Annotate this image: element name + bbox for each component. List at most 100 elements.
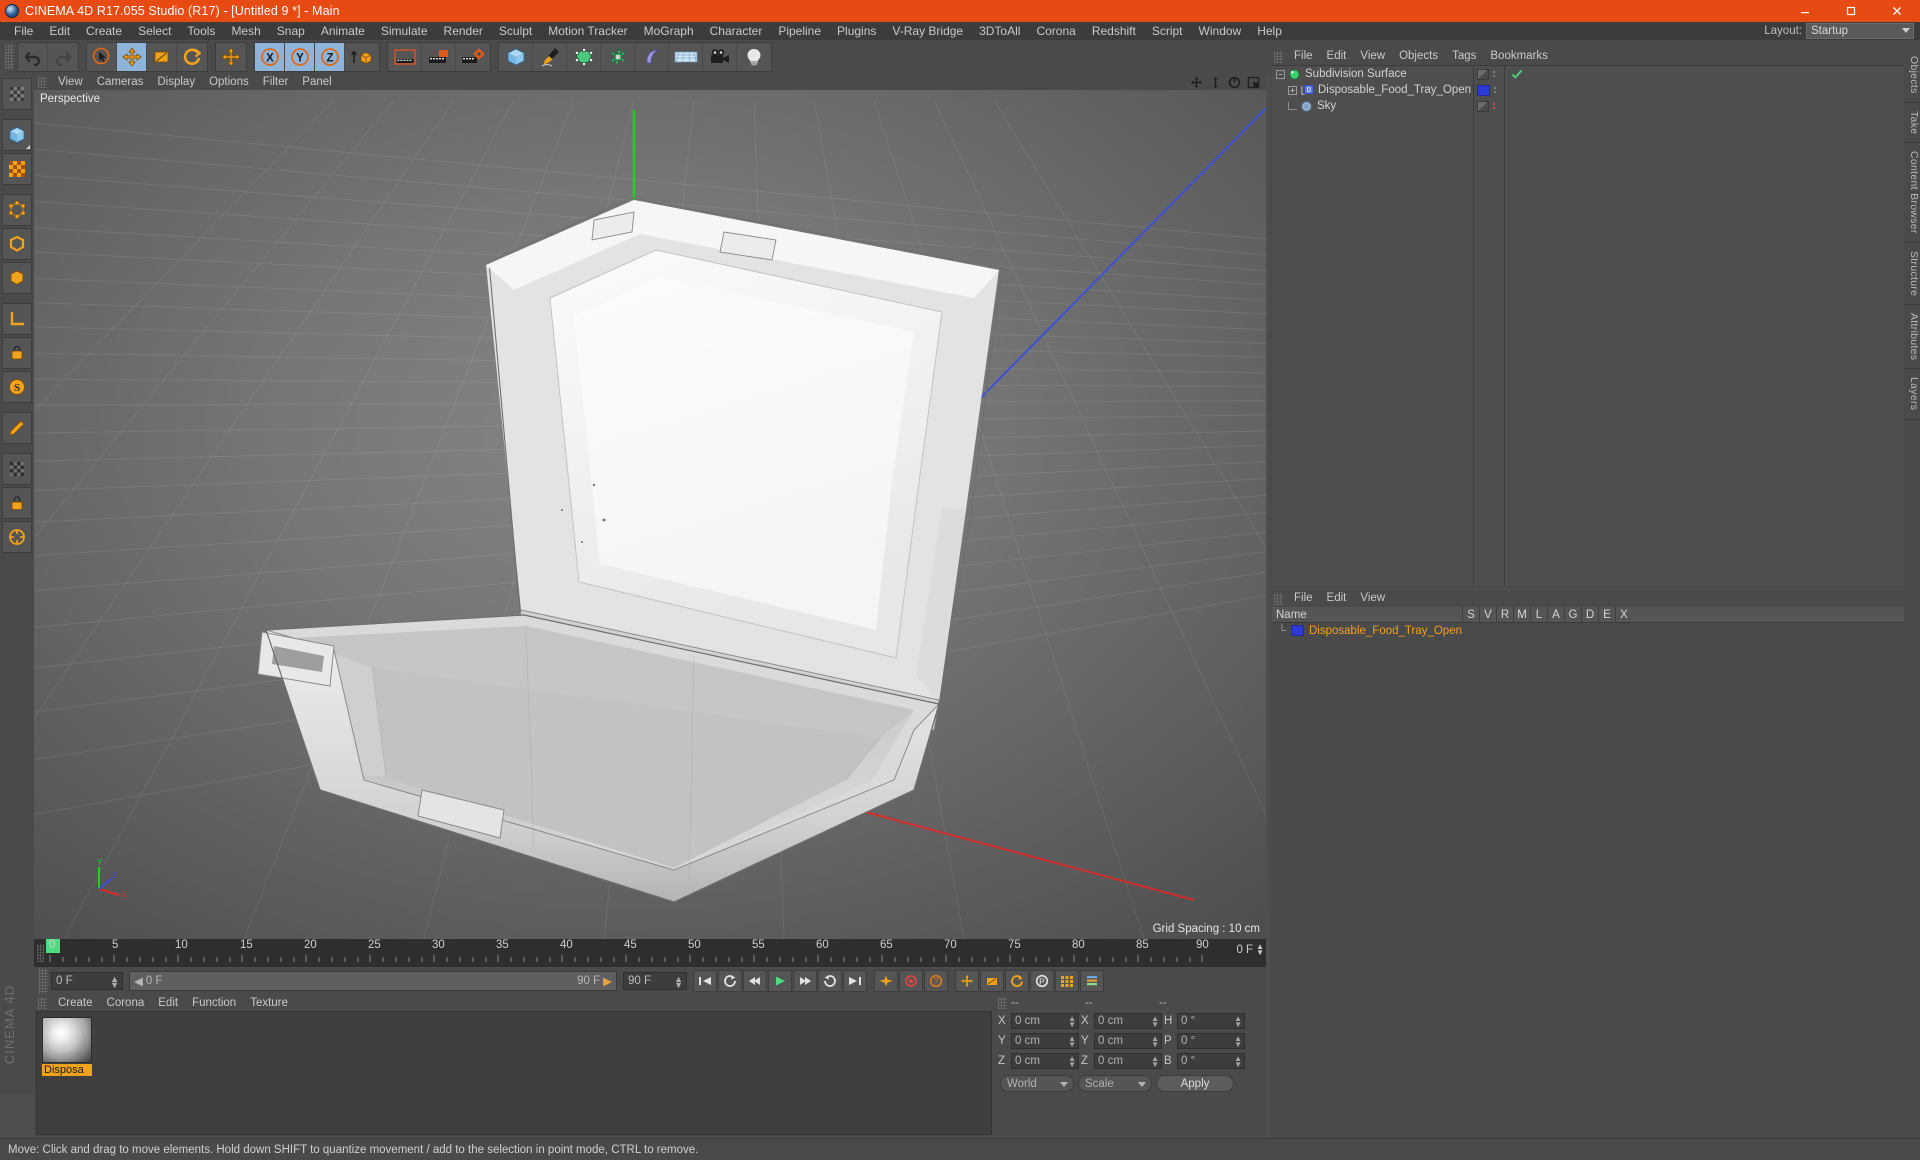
object-tree[interactable]: − Subdivision Surface + 0 Disposable_Foo…	[1272, 66, 1474, 586]
viewport-menu-grip[interactable]	[38, 76, 47, 88]
menu-item-character[interactable]: Character	[702, 22, 771, 40]
material-menu-edit[interactable]: Edit	[151, 995, 185, 1011]
object-tag-row[interactable]	[1506, 98, 1920, 114]
menu-item-file[interactable]: File	[6, 22, 41, 40]
timeline-grip[interactable]	[37, 944, 44, 962]
edges-mode-icon[interactable]	[2, 228, 32, 260]
menu-item-edit[interactable]: Edit	[41, 22, 78, 40]
menu-item-mesh[interactable]: Mesh	[223, 22, 268, 40]
coord-field-rot-b[interactable]: 0 ° ▲ ▼	[1177, 1053, 1245, 1069]
spinner-icon[interactable]: ▲ ▼	[1068, 1055, 1076, 1069]
object-menu-file[interactable]: File	[1287, 48, 1320, 65]
nurbs-generator-icon[interactable]	[567, 43, 601, 71]
menu-item-animate[interactable]: Animate	[313, 22, 373, 40]
layer-col-l[interactable]: L	[1530, 606, 1547, 623]
timeline-ruler[interactable]: 0 5 10 15 20 25 30 35 40 45 50 55 60 65 …	[34, 939, 1266, 967]
spinner-icon[interactable]: ▲ ▼	[1256, 943, 1264, 957]
deformer-icon[interactable]	[601, 43, 635, 71]
layer-col-v[interactable]: V	[1479, 606, 1496, 623]
move-icon[interactable]	[117, 43, 147, 71]
lock-snap-icon[interactable]	[2, 487, 32, 519]
scrubber-right-arrow-icon[interactable]: ▶	[603, 974, 612, 988]
3d-viewport[interactable]: Perspective Y X Z Grid Spacing: 10 cm	[34, 90, 1266, 939]
object-visibility-dots-row[interactable]	[1475, 66, 1504, 82]
layer-row[interactable]: └ Disposable_Food_Tray_Open	[1272, 623, 1920, 638]
menu-item-sculpt[interactable]: Sculpt	[491, 22, 540, 40]
pla-key-icon[interactable]	[1055, 970, 1079, 992]
pan-icon[interactable]	[1190, 76, 1203, 89]
expand-collapse-icon[interactable]: −	[1276, 69, 1285, 79]
maximize-icon[interactable]	[1828, 0, 1874, 22]
scale-key-icon[interactable]	[980, 970, 1004, 992]
visibility-dots-icon[interactable]	[1493, 103, 1495, 109]
previous-key-icon[interactable]	[718, 970, 742, 992]
coord-system-dropdown[interactable]: World	[1000, 1075, 1074, 1092]
animbar-grip[interactable]	[39, 968, 48, 994]
layer-col-s[interactable]: S	[1462, 606, 1479, 623]
timeline-track[interactable]: 0 5 10 15 20 25 30 35 40 45 50 55 60 65 …	[46, 939, 1220, 967]
step-forward-icon[interactable]	[793, 970, 817, 992]
coord-field-rot-p[interactable]: 0 ° ▲ ▼	[1177, 1033, 1245, 1049]
axis-y-icon[interactable]: Y	[285, 43, 315, 71]
viewport-menu-options[interactable]: Options	[202, 74, 256, 90]
menu-item-help[interactable]: Help	[1249, 22, 1290, 40]
record-active-objects-icon[interactable]	[874, 970, 898, 992]
spinner-icon[interactable]: ▲ ▼	[110, 975, 119, 990]
object-visibility-column[interactable]	[1475, 66, 1505, 586]
object-menu-edit[interactable]: Edit	[1320, 48, 1354, 65]
spinner-icon[interactable]: ▲ ▼	[1151, 1015, 1159, 1029]
spinner-icon[interactable]: ▲ ▼	[1068, 1035, 1076, 1049]
viewport-menu-panel[interactable]: Panel	[295, 74, 338, 90]
menu-item-simulate[interactable]: Simulate	[373, 22, 436, 40]
rotate-view-icon[interactable]	[1228, 76, 1241, 89]
visibility-toggle-icon[interactable]	[1477, 68, 1489, 80]
menu-item-tools[interactable]: Tools	[179, 22, 223, 40]
coord-field-pos-z[interactable]: 0 cm ▲ ▼	[1011, 1053, 1079, 1069]
spinner-icon[interactable]: ▲ ▼	[1234, 1035, 1242, 1049]
points-mode-icon[interactable]	[2, 194, 32, 226]
object-menu-tags[interactable]: Tags	[1445, 48, 1483, 65]
menu-item-select[interactable]: Select	[130, 22, 179, 40]
menu-item-vray-bridge[interactable]: V-Ray Bridge	[884, 22, 971, 40]
material-item[interactable]: Disposa	[42, 1017, 92, 1076]
spinner-icon[interactable]: ▲ ▼	[1234, 1055, 1242, 1069]
object-menu-bookmarks[interactable]: Bookmarks	[1483, 48, 1555, 65]
coord-field-pos-x[interactable]: 0 cm ▲ ▼	[1011, 1013, 1079, 1029]
coordinates-grip[interactable]	[998, 997, 1007, 1009]
grid-texture-icon[interactable]	[2, 78, 32, 110]
light-icon[interactable]	[737, 43, 771, 71]
model-mode-icon[interactable]	[2, 119, 32, 151]
menu-item-script[interactable]: Script	[1144, 22, 1191, 40]
maximize-viewport-icon[interactable]	[1247, 76, 1260, 89]
move-duplicate-icon[interactable]	[216, 43, 246, 71]
quantize-icon[interactable]	[2, 521, 32, 553]
material-menu-function[interactable]: Function	[185, 995, 243, 1011]
visibility-dots-icon[interactable]	[1493, 71, 1495, 77]
autokeying-icon[interactable]	[899, 970, 923, 992]
visibility-toggle-icon[interactable]	[1477, 100, 1489, 112]
viewport-solo-icon[interactable]	[2, 412, 32, 444]
keyframe-selection-icon[interactable]: ?	[924, 970, 948, 992]
max-frame-field[interactable]: 90 F ▲ ▼	[623, 972, 687, 990]
object-menu-objects[interactable]: Objects	[1392, 48, 1445, 65]
size-mode-dropdown[interactable]: Scale	[1078, 1075, 1152, 1092]
current-frame-field[interactable]: 0 F ▲ ▼	[51, 972, 123, 990]
menu-item-corona[interactable]: Corona	[1028, 22, 1083, 40]
tab-objects[interactable]: Objects	[1904, 48, 1920, 103]
next-key-icon[interactable]	[818, 970, 842, 992]
select-cursor-icon[interactable]	[87, 43, 117, 71]
menu-item-mograph[interactable]: MoGraph	[636, 22, 702, 40]
coord-field-size-z[interactable]: 0 cm ▲ ▼	[1094, 1053, 1162, 1069]
scene-object-icon[interactable]	[635, 43, 669, 71]
menu-item-plugins[interactable]: Plugins	[829, 22, 884, 40]
spinner-icon[interactable]: ▲ ▼	[1068, 1015, 1076, 1029]
layer-manager-grip[interactable]	[1274, 592, 1283, 605]
close-icon[interactable]	[1874, 0, 1920, 22]
object-row-subdivision-surface[interactable]: − Subdivision Surface	[1272, 66, 1473, 82]
check-icon[interactable]	[1511, 68, 1523, 80]
step-back-icon[interactable]	[743, 970, 767, 992]
polygons-mode-icon[interactable]	[2, 262, 32, 294]
viewport-menu-filter[interactable]: Filter	[256, 74, 296, 90]
spinner-icon[interactable]: ▲ ▼	[1151, 1055, 1159, 1069]
dolly-icon[interactable]	[1209, 76, 1222, 89]
